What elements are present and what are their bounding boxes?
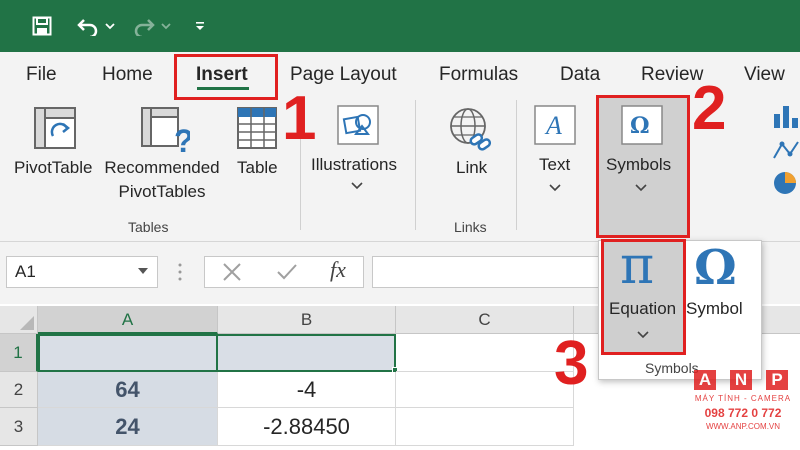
enter-icon[interactable]: [276, 263, 298, 286]
recommended-pivottables-label-1[interactable]: Recommended: [101, 156, 223, 180]
omega-icon: Ω: [694, 240, 737, 296]
cell-c3[interactable]: [396, 408, 574, 446]
illustrations-button[interactable]: Illustrations: [311, 153, 397, 177]
tab-home[interactable]: Home: [102, 64, 153, 86]
row-header-3[interactable]: 3: [0, 408, 38, 446]
step-number-1: 1: [282, 84, 317, 153]
highlight-insert-tab: [174, 54, 278, 100]
tab-data[interactable]: Data: [560, 64, 600, 86]
name-box[interactable]: A1: [6, 256, 158, 288]
column-header-b[interactable]: B: [218, 306, 396, 334]
insert-function-button[interactable]: fx: [330, 257, 346, 283]
highlight-symbols-button: [596, 95, 690, 238]
text-button[interactable]: Text: [539, 153, 570, 177]
watermark-phone: 098 772 0 772: [704, 406, 782, 420]
cell-b2[interactable]: -4: [218, 372, 396, 408]
recommended-pivottables-icon[interactable]: ?: [140, 106, 194, 161]
group-divider: [415, 100, 416, 230]
svg-text:A: A: [544, 111, 562, 140]
bar-chart-icon[interactable]: [772, 104, 800, 133]
cell-a1[interactable]: [38, 334, 218, 372]
tab-page-layout[interactable]: Page Layout: [290, 64, 397, 86]
step-number-3: 3: [554, 329, 589, 398]
select-all-corner[interactable]: [0, 306, 38, 334]
save-icon[interactable]: [30, 12, 54, 40]
cell-b1[interactable]: [218, 334, 396, 372]
redo-dropdown-icon[interactable]: [159, 12, 173, 40]
pivottable-icon[interactable]: [33, 106, 77, 155]
anp-watermark: A N P MÁY TÍNH - CAMERA 098 772 0 772 WW…: [688, 366, 798, 446]
group-label-tables: Tables: [128, 219, 169, 235]
cell-a3[interactable]: 24: [38, 408, 218, 446]
table-button[interactable]: Table: [237, 156, 278, 180]
column-header-c[interactable]: C: [396, 306, 574, 334]
svg-text:?: ?: [174, 123, 190, 156]
row-header-1[interactable]: 1: [0, 334, 38, 372]
cell-c1[interactable]: [396, 334, 574, 372]
group-label-links: Links: [454, 219, 487, 235]
redo-icon[interactable]: [130, 12, 158, 40]
formula-bar-grip-icon[interactable]: [178, 262, 182, 287]
symbol-button[interactable]: Symbol: [686, 299, 743, 319]
table-icon[interactable]: [236, 106, 278, 155]
cell-a2[interactable]: 64: [38, 372, 218, 408]
logo-letter-a: A: [694, 370, 716, 390]
title-bar: [0, 0, 800, 52]
undo-dropdown-icon[interactable]: [103, 12, 117, 40]
logo-letter-p: P: [766, 370, 788, 390]
tab-formulas[interactable]: Formulas: [439, 64, 518, 86]
cancel-icon[interactable]: [222, 263, 242, 286]
text-chevron-icon[interactable]: [549, 180, 561, 195]
cell-c2[interactable]: [396, 372, 574, 408]
formula-input[interactable]: [372, 256, 602, 288]
logo-letter-n: N: [730, 370, 752, 390]
line-chart-icon[interactable]: [772, 138, 800, 167]
highlight-equation-button: [601, 239, 686, 355]
link-icon[interactable]: [448, 106, 494, 159]
illustrations-chevron-icon[interactable]: [351, 178, 363, 193]
row-header-2[interactable]: 2: [0, 372, 38, 408]
tab-file[interactable]: File: [26, 64, 57, 86]
pie-chart-icon[interactable]: [772, 170, 800, 201]
link-button[interactable]: Link: [456, 156, 487, 180]
pivottable-button[interactable]: PivotTable: [14, 156, 92, 180]
step-number-2: 2: [692, 74, 727, 143]
cell-b3[interactable]: -2.88450: [218, 408, 396, 446]
recommended-pivottables-label-2[interactable]: PivotTables: [101, 180, 223, 204]
customize-toolbar-icon[interactable]: [192, 12, 208, 40]
column-header-a[interactable]: A: [38, 306, 218, 334]
name-box-dropdown-icon[interactable]: [138, 265, 148, 277]
watermark-tagline: MÁY TÍNH - CAMERA: [694, 394, 792, 403]
watermark-site: WWW.ANP.COM.VN: [705, 422, 781, 431]
text-icon[interactable]: A: [533, 104, 577, 151]
undo-icon[interactable]: [74, 12, 102, 40]
group-divider: [516, 100, 517, 230]
illustrations-icon[interactable]: [336, 104, 380, 151]
tab-view[interactable]: View: [744, 64, 785, 86]
